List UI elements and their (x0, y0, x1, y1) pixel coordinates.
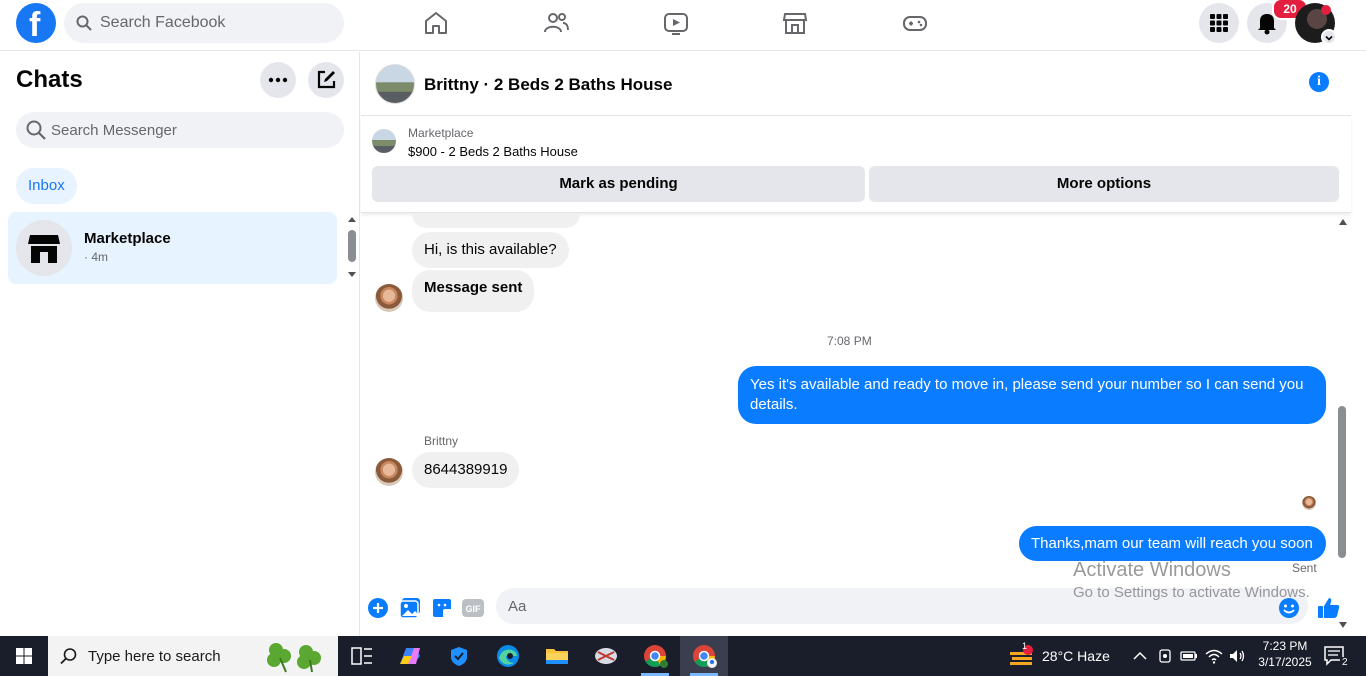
message-bubble-incoming[interactable]: Hi, is this available? (412, 232, 569, 268)
message-bubble-incoming[interactable]: Message sent (412, 270, 535, 312)
messenger-search-box[interactable] (16, 112, 344, 148)
gaming-icon[interactable] (902, 10, 928, 36)
friends-icon[interactable] (543, 10, 569, 36)
message-bubble-incoming[interactable]: 8644389919 (412, 452, 520, 488)
taskbar-app-snipping[interactable] (582, 636, 630, 676)
listing-price-title[interactable]: $900 - 2 Beds 2 Baths House (408, 144, 578, 159)
conversation-item-marketplace[interactable]: Marketplace · 4m (8, 212, 337, 284)
copilot-icon (400, 648, 420, 664)
new-message-button[interactable] (308, 62, 344, 98)
taskbar-app-copilot[interactable] (386, 636, 434, 676)
volume-icon[interactable] (1228, 647, 1246, 665)
svg-text:GIF: GIF (466, 604, 482, 614)
messenger-search-input[interactable] (51, 112, 331, 148)
account-chevron-icon[interactable] (1321, 29, 1337, 45)
taskbar-search-box[interactable] (48, 636, 338, 676)
snipping-tool-icon (595, 648, 617, 664)
message-bubble-partial (412, 214, 580, 228)
search-icon (60, 648, 77, 665)
marketplace-avatar (16, 220, 72, 276)
brittny-avatar[interactable] (375, 458, 403, 486)
task-view-button[interactable] (338, 636, 386, 676)
facebook-top-bar: f 20 (0, 0, 1366, 51)
chats-sidebar: Chats Inbox Marketplace · 4m (0, 52, 360, 636)
sidebar-scrollbar[interactable] (346, 216, 358, 280)
listing-thumbnail[interactable] (372, 129, 396, 153)
thread-scrollbar-thumb[interactable] (1338, 406, 1346, 558)
conversation-pane: Brittny · 2 Beds 2 Baths House i Marketp… (361, 52, 1366, 636)
chrome-profile-icon (693, 645, 717, 668)
meet-now-icon[interactable] (1157, 648, 1173, 664)
taskbar-app-file-explorer[interactable] (533, 636, 581, 676)
like-thumb-icon[interactable] (1317, 596, 1341, 620)
menu-button[interactable] (1199, 3, 1239, 43)
taskbar-app-security[interactable] (435, 636, 483, 676)
conversation-time: · 4m (84, 250, 108, 264)
search-icon (26, 120, 46, 140)
brittny-avatar[interactable] (375, 284, 403, 312)
clock-time: 7:23 PM (1262, 639, 1308, 653)
sender-name: Brittny (424, 434, 459, 448)
facebook-search-box[interactable] (64, 3, 344, 43)
task-view-icon (351, 647, 372, 665)
chrome-icon (644, 645, 668, 668)
inbox-filter-tab[interactable]: Inbox (16, 168, 77, 204)
conversation-title[interactable]: Brittny · 2 Beds 2 Baths House (424, 75, 672, 95)
conversation-name: Marketplace (84, 230, 171, 247)
notification-count-badge: 2 (1340, 657, 1350, 668)
mark-as-pending-button[interactable]: Mark as pending (372, 166, 865, 202)
profile-avatar[interactable] (1295, 3, 1337, 45)
conversation-header: Brittny · 2 Beds 2 Baths House i (361, 52, 1351, 116)
activate-windows-subtext: Go to Settings to activate Windows. (1073, 584, 1310, 601)
compose-icon (317, 70, 336, 89)
shamrock-decoration-icon (267, 643, 321, 673)
home-icon[interactable] (423, 10, 449, 36)
plus-circle-icon[interactable] (366, 596, 390, 620)
message-thread: Hi, is this available? Message sent 7:08… (361, 214, 1351, 584)
grid-menu-icon (1210, 14, 1228, 32)
marketplace-listing-banner: Marketplace $900 - 2 Beds 2 Baths House … (361, 117, 1351, 213)
edge-browser-icon (497, 645, 519, 667)
taskbar-app-chrome-profile[interactable] (680, 636, 728, 676)
wifi-icon[interactable] (1205, 647, 1223, 665)
watch-icon[interactable] (663, 10, 689, 36)
chat-options-button[interactable] (260, 62, 296, 98)
message-timestamp: 7:08 PM (827, 334, 872, 348)
taskbar-app-chrome[interactable] (631, 636, 679, 676)
info-icon[interactable]: i (1309, 72, 1329, 92)
marketplace-store-icon (28, 235, 60, 263)
listing-avatar[interactable] (375, 64, 415, 104)
photo-icon[interactable] (398, 596, 422, 620)
shield-icon (451, 647, 467, 666)
facebook-logo[interactable]: f (16, 3, 56, 44)
message-status: Sent (1292, 561, 1317, 575)
battery-icon[interactable] (1180, 648, 1198, 664)
gif-icon[interactable]: GIF (461, 596, 485, 620)
marketplace-icon[interactable] (782, 10, 808, 36)
taskbar-app-edge[interactable] (484, 636, 532, 676)
clock-date: 3/17/2025 (1258, 655, 1312, 669)
facebook-search-input[interactable] (100, 3, 330, 43)
message-bubble-outgoing[interactable]: Yes it's available and ready to move in,… (738, 366, 1326, 424)
search-icon (76, 15, 92, 31)
message-bubble-outgoing[interactable]: Thanks,mam our team will reach you soon (1019, 526, 1326, 561)
chats-title: Chats (16, 66, 83, 93)
start-button[interactable] (0, 636, 48, 676)
taskbar-clock[interactable]: 7:23 PM 3/17/2025 (1250, 639, 1320, 669)
more-options-button[interactable]: More options (869, 166, 1339, 202)
listing-category: Marketplace (408, 126, 474, 140)
seen-receipt-avatar (1302, 496, 1316, 510)
unread-dot (1321, 5, 1331, 15)
windows-taskbar: 1 28°C Haze 7:23 PM 3/17/2025 2 (0, 636, 1366, 676)
activate-windows-heading: Activate Windows (1073, 559, 1231, 581)
more-dots-icon (268, 77, 288, 83)
weather-text[interactable]: 28°C Haze (1042, 648, 1110, 664)
windows-logo-icon (16, 648, 32, 664)
show-hidden-icons-chevron-icon[interactable] (1133, 650, 1147, 662)
sticker-icon[interactable] (430, 596, 454, 620)
folder-icon (546, 649, 568, 664)
taskbar-search-input[interactable] (88, 636, 258, 676)
weather-alert-badge: 1 (1022, 641, 1028, 651)
